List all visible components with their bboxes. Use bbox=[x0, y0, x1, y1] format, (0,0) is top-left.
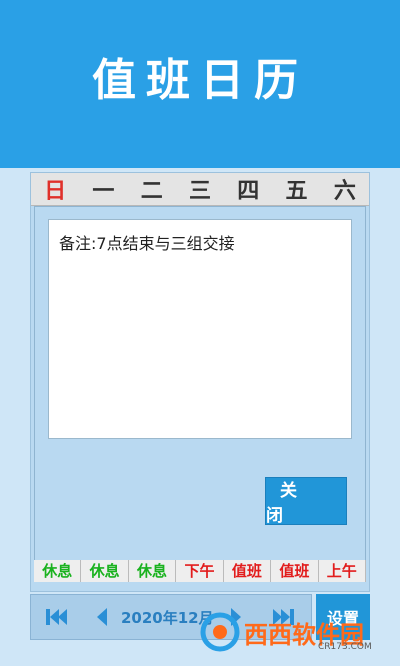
weekday-fri: 五 bbox=[285, 179, 308, 204]
day-cell-tue[interactable]: 休息 bbox=[128, 560, 177, 582]
day-cell-wed[interactable]: 下午 bbox=[176, 560, 224, 582]
weekday-sun: 日 bbox=[44, 179, 67, 204]
watermark: 西西软件园 CR173.COM bbox=[200, 606, 396, 658]
day-cell-mon[interactable]: 休息 bbox=[81, 560, 129, 582]
weekday-thu: 四 bbox=[237, 179, 260, 204]
app-title: 值班日历 bbox=[92, 55, 308, 106]
close-button[interactable]: 关 闭 bbox=[265, 477, 347, 526]
day-cell-sun[interactable]: 休息 bbox=[34, 560, 82, 582]
first-page-icon[interactable] bbox=[45, 606, 69, 628]
header-banner: 值班日历 bbox=[0, 0, 400, 168]
weekday-mon: 一 bbox=[92, 179, 115, 204]
prev-month-icon[interactable] bbox=[95, 606, 109, 628]
day-cell-thu[interactable]: 值班 bbox=[223, 560, 272, 582]
weekday-header: 日 一 二 三 四 五 六 bbox=[31, 173, 369, 206]
watermark-sub: CR173.COM bbox=[318, 642, 372, 652]
day-status-row: 休息 休息 休息 下午 值班 值班 上午 bbox=[34, 560, 366, 582]
day-cell-fri[interactable]: 值班 bbox=[271, 560, 319, 582]
note-dialog: 备注:7点结束与三组交接 关 闭 bbox=[34, 206, 366, 562]
weekday-wed: 三 bbox=[188, 179, 211, 204]
day-cell-sat[interactable]: 上午 bbox=[318, 560, 366, 582]
weekday-tue: 二 bbox=[140, 179, 163, 204]
watermark-logo-icon bbox=[200, 612, 240, 652]
weekday-sat: 六 bbox=[333, 179, 356, 204]
note-text[interactable]: 备注:7点结束与三组交接 bbox=[48, 219, 352, 439]
